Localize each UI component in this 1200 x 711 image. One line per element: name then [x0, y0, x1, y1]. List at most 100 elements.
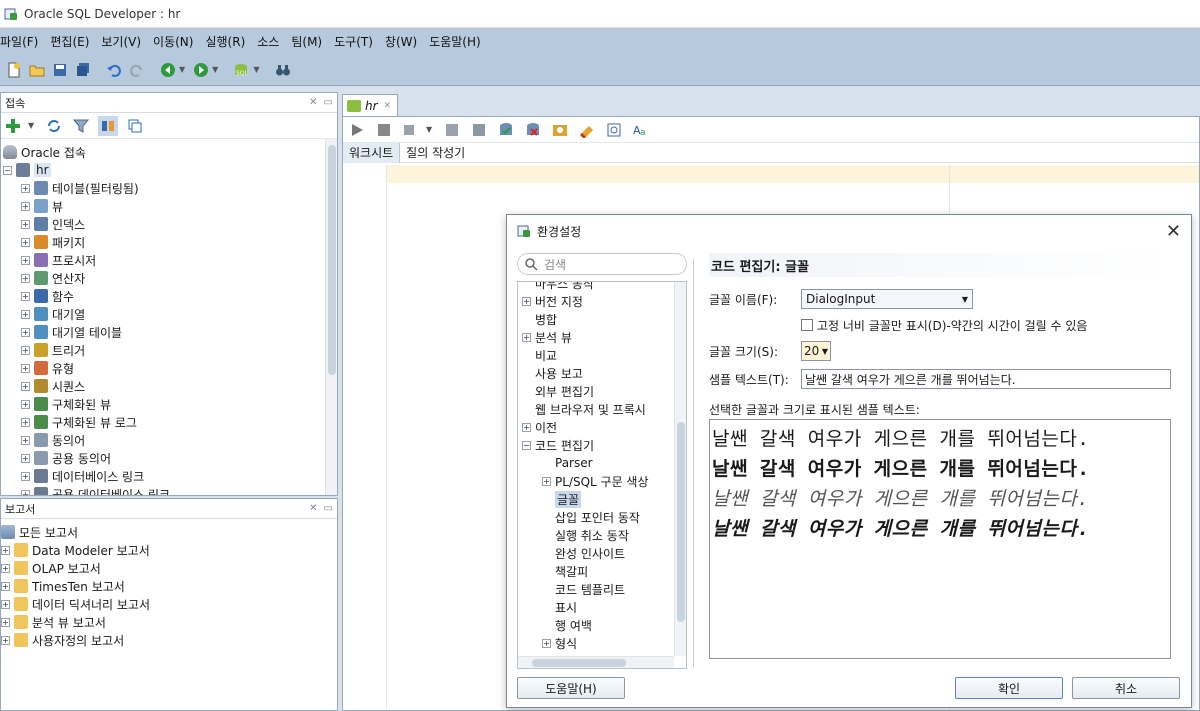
expand-toggle-icon[interactable]: +: [21, 489, 30, 495]
add-connection-dropdown-icon[interactable]: ▼: [28, 121, 34, 130]
tree-item-connection-node[interactable]: + 시퀀스: [1, 377, 337, 395]
preferences-tree-item[interactable]: 웹 브라우저 및 프록시: [518, 400, 674, 418]
expand-toggle-icon[interactable]: +: [21, 291, 30, 301]
menu-run[interactable]: 실행(R): [205, 33, 245, 50]
preferences-tree-item[interactable]: 글꼴: [518, 490, 674, 508]
preferences-tree-item[interactable]: 외부 편집기: [518, 382, 674, 400]
expand-toggle-icon[interactable]: +: [21, 453, 30, 463]
close-icon[interactable]: ✕: [1166, 221, 1181, 242]
collapse-all-icon[interactable]: [125, 116, 145, 136]
sql-dropdown-icon[interactable]: ▼: [253, 65, 259, 74]
tree-item-connection-node[interactable]: + 데이터베이스 링크: [1, 467, 337, 485]
tree-item-connection-node[interactable]: + 공용 동의어: [1, 449, 337, 467]
tree-item-connection-node[interactable]: + 트리거: [1, 341, 337, 359]
fixed-width-checkbox[interactable]: [801, 319, 813, 331]
expand-toggle-icon[interactable]: +: [21, 435, 30, 445]
tree-item-connection-node[interactable]: + 인덱스: [1, 215, 337, 233]
forward-dropdown-icon[interactable]: ▼: [212, 65, 218, 74]
preferences-tree-item[interactable]: 책갈피: [518, 562, 674, 580]
tab-worksheet[interactable]: 워크시트: [343, 142, 401, 163]
preferences-tree-item[interactable]: 코드 템플리트: [518, 580, 674, 598]
tree-item-connection-node[interactable]: + 대기열 테이블: [1, 323, 337, 341]
binoculars-icon[interactable]: [273, 60, 293, 80]
preferences-tree-item[interactable]: 실행 취소 동작: [518, 526, 674, 544]
minimize-icon[interactable]: ▭: [324, 97, 333, 108]
expand-toggle-icon[interactable]: +: [21, 255, 30, 265]
format-icon[interactable]: Aa: [631, 120, 651, 140]
expand-toggle-icon[interactable]: +: [21, 273, 30, 283]
menu-navigate[interactable]: 이동(N): [153, 33, 193, 50]
tree-item-connection-node[interactable]: + 유형: [1, 359, 337, 377]
preferences-tree-item[interactable]: 표시: [518, 598, 674, 616]
expand-toggle-icon[interactable]: +: [21, 219, 30, 229]
tree-item-connection-node[interactable]: + 패키지: [1, 233, 337, 251]
preferences-tree-item[interactable]: 완성 인사이트: [518, 544, 674, 562]
preferences-tree-item[interactable]: Parser: [518, 454, 674, 472]
tree-item-hr[interactable]: − hr: [1, 161, 337, 179]
expand-toggle-icon[interactable]: +: [542, 476, 551, 486]
tree-item-connection-node[interactable]: + 구체화된 뷰: [1, 395, 337, 413]
expand-toggle-icon[interactable]: +: [21, 417, 30, 427]
tree-item-connection-node[interactable]: + 구체화된 뷰 로그: [1, 413, 337, 431]
preferences-tree-item[interactable]: + 이전: [518, 418, 674, 436]
preferences-tree-item[interactable]: + PL/SQL 구문 색상: [518, 472, 674, 490]
commit-icon[interactable]: [496, 120, 516, 140]
run-dropdown-icon[interactable]: ▼: [426, 125, 432, 134]
expand-toggle-icon[interactable]: +: [21, 201, 30, 211]
tab-query-builder[interactable]: 질의 작성기: [400, 143, 471, 163]
back-dropdown-icon[interactable]: ▼: [179, 65, 185, 74]
clear-icon[interactable]: [577, 120, 597, 140]
menu-tools[interactable]: 도구(T): [334, 33, 373, 50]
search-input[interactable]: 검색: [517, 253, 687, 275]
connections-scrollbar[interactable]: [325, 139, 337, 495]
menu-file[interactable]: 파일(F): [0, 33, 38, 50]
menu-team[interactable]: 팀(M): [291, 33, 322, 50]
font-size-select[interactable]: 20 ▼: [801, 341, 831, 361]
tree-item-report-folder[interactable]: + TimesTen 보고서: [1, 577, 337, 595]
fixed-width-label[interactable]: 고정 너비 글꼴만 표시(D)-약간의 시간이 걸릴 수 있음: [817, 317, 1087, 334]
minimize-icon[interactable]: ▭: [324, 503, 333, 514]
collapse-toggle-icon[interactable]: −: [3, 165, 12, 175]
font-name-select[interactable]: DialogInput ▼: [801, 289, 973, 309]
open-folder-icon[interactable]: [27, 60, 47, 80]
run-statement-icon[interactable]: [347, 120, 367, 140]
expand-toggle-icon[interactable]: +: [522, 296, 531, 306]
undo-icon[interactable]: [104, 60, 124, 80]
tree-item-connection-node[interactable]: + 연산자: [1, 269, 337, 287]
preferences-tree-hscrollbar[interactable]: [518, 656, 674, 668]
expand-toggle-icon[interactable]: +: [21, 381, 30, 391]
tree-item-connection-node[interactable]: + 대기열: [1, 305, 337, 323]
tree-item-report-folder[interactable]: + OLAP 보고서: [1, 559, 337, 577]
close-icon[interactable]: ✕: [309, 503, 317, 514]
rollback-icon[interactable]: [523, 120, 543, 140]
preferences-tree-item[interactable]: 삽입 포인터 동작: [518, 508, 674, 526]
tab-hr[interactable]: hr ✕: [342, 94, 398, 116]
sql-history-icon[interactable]: [604, 120, 624, 140]
help-button[interactable]: 도움말(H): [517, 677, 625, 699]
preferences-tree-item[interactable]: − 코드 편집기: [518, 436, 674, 454]
tree-item-oracle-connections[interactable]: Oracle 접속: [1, 143, 337, 161]
expand-toggle-icon[interactable]: +: [21, 363, 30, 373]
collapse-toggle-icon[interactable]: −: [522, 440, 531, 450]
expand-toggle-icon[interactable]: +: [1, 581, 10, 591]
tree-item-connection-node[interactable]: + 테이블(필터링됨): [1, 179, 337, 197]
redo-icon[interactable]: [127, 60, 147, 80]
menu-help[interactable]: 도움말(H): [429, 33, 481, 50]
preferences-tree-item[interactable]: + 형식: [518, 634, 674, 652]
stop-icon[interactable]: [374, 120, 394, 140]
preferences-tree-item[interactable]: + 분석 뷰: [518, 328, 674, 346]
expand-toggle-icon[interactable]: +: [21, 471, 30, 481]
expand-toggle-icon[interactable]: +: [21, 183, 30, 193]
expand-toggle-icon[interactable]: +: [1, 617, 10, 627]
expand-toggle-icon[interactable]: +: [522, 332, 531, 342]
tree-item-report-folder[interactable]: + 데이터 딕셔너리 보고서: [1, 595, 337, 613]
expand-toggle-icon[interactable]: +: [21, 309, 30, 319]
autotrace-icon[interactable]: [469, 120, 489, 140]
expand-toggle-icon[interactable]: +: [21, 327, 30, 337]
preferences-tree-item[interactable]: 행 여백: [518, 616, 674, 634]
sample-text-input[interactable]: 날쌘 갈색 여우가 게으른 개를 뛰어넘는다.: [801, 369, 1171, 389]
tree-item-connection-node[interactable]: + 함수: [1, 287, 337, 305]
tree-item-report-folder[interactable]: + 사용자정의 보고서: [1, 631, 337, 649]
sql-tuning-icon[interactable]: [550, 120, 570, 140]
sql-worksheet-icon[interactable]: SQL: [232, 60, 252, 80]
